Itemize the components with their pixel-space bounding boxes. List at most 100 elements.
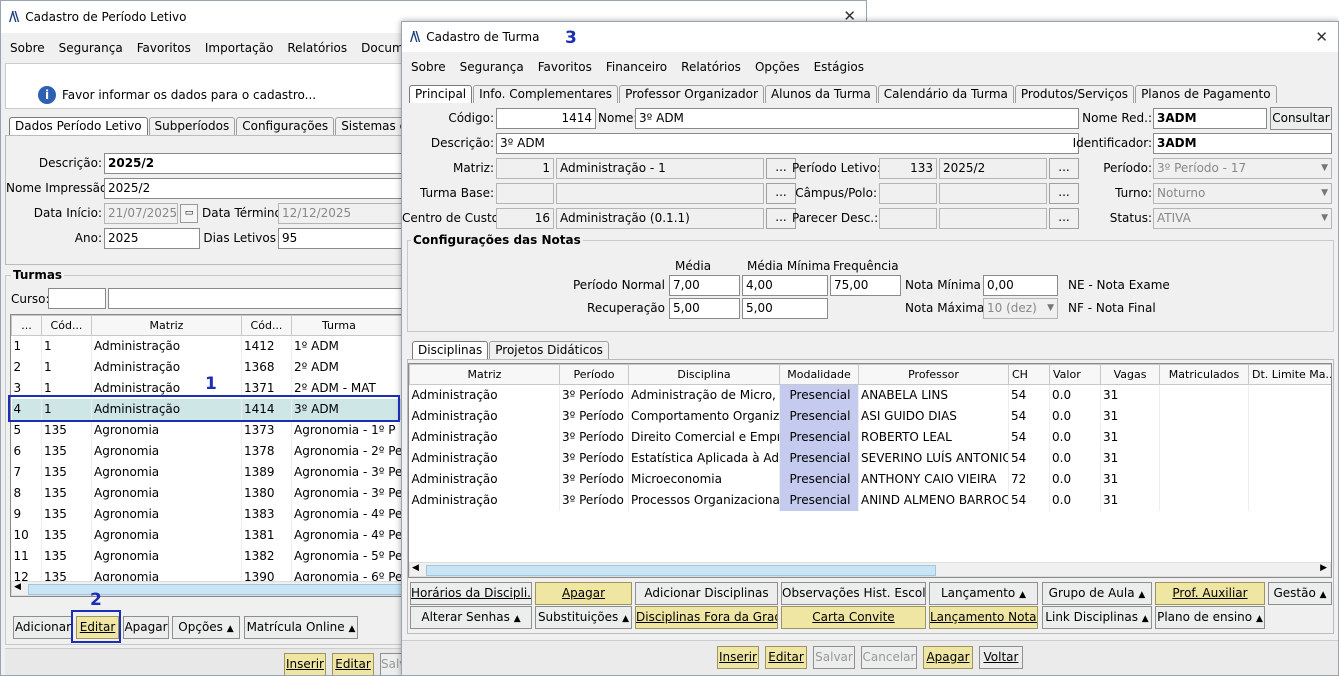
table-row[interactable]: 11135Agronomia1382Agronomia - 5º Período: [11, 545, 405, 567]
adicionar-disciplinas-button[interactable]: Adicionar Disciplinas: [635, 582, 778, 605]
menu-relatorios[interactable]: Relatórios: [287, 41, 347, 55]
table-row[interactable]: Administração 3º Período Administração de …: [409, 384, 1331, 406]
lancamento-notas-button[interactable]: Lançamento Notas: [929, 606, 1038, 629]
menu-seguranca[interactable]: Segurança: [59, 41, 123, 55]
col-modalidade[interactable]: Modalidade: [779, 364, 859, 385]
table-row[interactable]: 5 135 Agronomia 1373 Agronomia - 1º P: [11, 419, 405, 441]
scroll-right-icon[interactable]: ▶: [1320, 563, 1327, 573]
tab-subperiodos[interactable]: Subperíodos: [148, 117, 236, 135]
parecer-name-field[interactable]: [939, 208, 1047, 229]
col-dt-limite[interactable]: Dt. Limite Ma...: [1248, 364, 1331, 385]
tab-projetos-didaticos[interactable]: Projetos Didáticos: [489, 341, 609, 359]
dias-letivos-field[interactable]: 95: [278, 228, 404, 249]
table-row[interactable]: Administração 3º Período Comportamento Org…: [409, 405, 1331, 427]
tab-alunos-turma[interactable]: Alunos da Turma: [764, 85, 877, 103]
tab-disciplinas[interactable]: Disciplinas: [412, 341, 489, 359]
turno-select[interactable]: Noturno ▼: [1153, 183, 1332, 204]
grupo-aula-button[interactable]: Grupo de Aula ▲: [1042, 582, 1152, 605]
col-cod-matriz[interactable]: Cód...: [41, 315, 92, 336]
descricao-field[interactable]: 2025/2: [104, 153, 404, 174]
scroll-left-icon[interactable]: ◀: [412, 563, 419, 573]
pn-frequencia-field[interactable]: 75,00: [830, 275, 901, 296]
tab-produtos-servicos[interactable]: Produtos/Serviços: [1014, 85, 1135, 103]
matricula-online-button[interactable]: Matrícula Online ▲: [244, 616, 358, 639]
periodo-letivo-name-field[interactable]: 2025/2: [939, 158, 1047, 179]
turmas-hscroll[interactable]: ◀: [11, 581, 405, 596]
observacoes-button[interactable]: Observações Hist. Escolar: [781, 582, 926, 605]
table-row[interactable]: Administração 3º Período Direito Comercial…: [409, 426, 1331, 448]
menu-relatorios[interactable]: Relatórios: [681, 60, 741, 74]
editar-button[interactable]: Editar: [765, 646, 807, 669]
apagar-button[interactable]: Apagar: [923, 646, 973, 669]
data-termino-field[interactable]: 12/12/2025: [278, 203, 404, 224]
table-row[interactable]: Administração 3º Período Microeconomia Pres…: [409, 468, 1331, 490]
turma-base-name-field[interactable]: [556, 183, 764, 204]
alterar-senhas-button[interactable]: Alterar Senhas ▲: [410, 606, 532, 629]
table-row[interactable]: 7135Agronomia1389Agronomia - 3º Período: [11, 461, 405, 483]
tab-info-complementares[interactable]: Info. Complementares: [473, 85, 619, 103]
col-vagas[interactable]: Vagas: [1100, 364, 1160, 385]
col-turma[interactable]: Turma: [291, 315, 405, 336]
tab-calendario-turma[interactable]: Calendário da Turma: [877, 85, 1014, 103]
periodo-letivo-code-field[interactable]: 133: [879, 158, 937, 179]
col-periodo[interactable]: Período: [559, 364, 629, 385]
periodo-select[interactable]: 3º Período - 17 ▼: [1153, 158, 1332, 179]
pn-media-field[interactable]: 7,00: [669, 275, 740, 296]
turma-base-code-field[interactable]: [496, 183, 554, 204]
menu-financeiro[interactable]: Financeiro: [606, 60, 667, 74]
identificador-field[interactable]: 3ADM: [1153, 133, 1332, 154]
disciplinas-fora-grade-button[interactable]: Disciplinas Fora da Grade: [635, 606, 778, 629]
centro-custo-name-field[interactable]: Administração (0.1.1): [556, 208, 764, 229]
close-icon[interactable]: ✕: [1315, 28, 1328, 46]
table-row[interactable]: Administração 3º Período Processos Organiz…: [409, 489, 1331, 511]
voltar-button[interactable]: Voltar: [979, 646, 1023, 669]
col-ch[interactable]: CH: [1008, 364, 1050, 385]
inserir-button[interactable]: Inserir: [284, 653, 326, 675]
plano-ensino-button[interactable]: Plano de ensino ▲: [1155, 606, 1265, 629]
col-matriz[interactable]: Matriz: [91, 315, 242, 336]
calendar-icon[interactable]: ▭: [180, 204, 198, 223]
menu-estagios[interactable]: Estágios: [814, 60, 864, 74]
menu-opcoes[interactable]: Opções: [755, 60, 800, 74]
col-valor[interactable]: Valor: [1049, 364, 1101, 385]
nome-field[interactable]: 3º ADM: [635, 108, 1079, 129]
menu-favoritos[interactable]: Favoritos: [137, 41, 191, 55]
table-row[interactable]: 8135Agronomia1380Agronomia - 3º Período: [11, 482, 405, 504]
consultar-button[interactable]: Consultar: [1270, 107, 1332, 130]
scroll-thumb[interactable]: [426, 565, 936, 576]
apagar-button[interactable]: Apagar: [123, 616, 169, 639]
pn-media-minima-field[interactable]: 4,00: [742, 275, 828, 296]
menu-sobre[interactable]: Sobre: [411, 60, 446, 74]
menu-favoritos[interactable]: Favoritos: [538, 60, 592, 74]
table-row[interactable]: 1 1 Administração 1412 1º ADM: [11, 335, 405, 357]
curso-name-field[interactable]: [108, 288, 408, 309]
salvar-button[interactable]: Salvar: [813, 646, 855, 669]
nota-minima-field[interactable]: 0,00: [983, 275, 1058, 296]
tab-professor-organizador[interactable]: Professor Organizador: [619, 85, 764, 103]
tab-planos-pagamento[interactable]: Planos de Pagamento: [1135, 85, 1277, 103]
table-row[interactable]: 10135Agronomia1381Agronomia - 4º Período: [11, 524, 405, 546]
descricao-field[interactable]: 3º ADM: [496, 133, 1079, 154]
substituicoes-button[interactable]: Substituições ▲: [535, 606, 632, 629]
data-inicio-field[interactable]: 21/07/2025: [104, 203, 178, 224]
cancelar-button[interactable]: Cancelar: [861, 646, 917, 669]
carta-convite-button[interactable]: Carta Convite: [781, 606, 926, 629]
tab-principal[interactable]: Principal: [409, 85, 473, 103]
link-disciplinas-button[interactable]: Link Disciplinas ▲: [1042, 606, 1152, 629]
editar-bottom-button[interactable]: Editar: [332, 653, 374, 675]
nome-impressao-field[interactable]: 2025/2: [104, 178, 404, 199]
menu-importacao[interactable]: Importação: [205, 41, 273, 55]
tab-configuracoes[interactable]: Configurações: [236, 117, 335, 135]
disciplinas-hscroll[interactable]: ◀ ▶: [409, 562, 1331, 577]
salvar-button[interactable]: Salvar: [380, 653, 402, 675]
lancamento-button[interactable]: Lançamento ▲: [929, 582, 1038, 605]
horarios-button[interactable]: Horários da Discipli...: [410, 582, 532, 605]
prof-auxiliar-button[interactable]: Prof. Auxiliar: [1155, 582, 1265, 605]
col-professor[interactable]: Professor: [858, 364, 1009, 385]
matriz-name-field[interactable]: Administração - 1: [556, 158, 764, 179]
campus-name-field[interactable]: [939, 183, 1047, 204]
col-index[interactable]: ...: [11, 315, 42, 336]
rec-media-minima-field[interactable]: 5,00: [742, 298, 828, 319]
codigo-field[interactable]: 1414: [496, 108, 596, 129]
scroll-left-icon[interactable]: ◀: [14, 582, 21, 592]
